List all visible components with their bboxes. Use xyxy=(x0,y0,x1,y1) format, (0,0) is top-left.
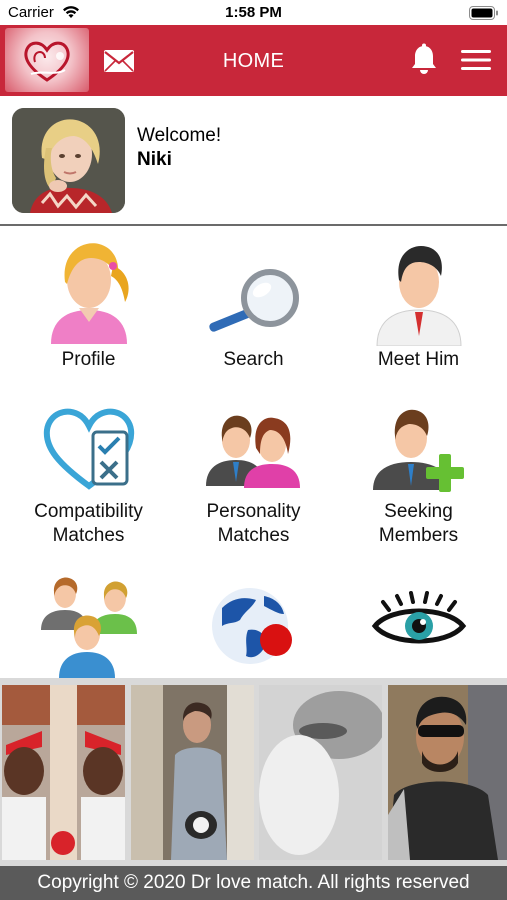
clock: 1:58 PM xyxy=(225,4,282,21)
heart-checklist-icon xyxy=(43,408,134,490)
menu-item-label: Search xyxy=(223,349,284,370)
welcome-label: Welcome! xyxy=(137,125,222,146)
member-photo[interactable] xyxy=(2,685,125,860)
globe-icon xyxy=(211,588,292,664)
bell-icon[interactable] xyxy=(410,43,438,80)
man-avatar-icon xyxy=(375,246,462,346)
menu-item-search[interactable]: Search xyxy=(169,236,338,396)
menu-item-profile[interactable]: Profile xyxy=(4,236,173,396)
group-icon xyxy=(40,577,137,678)
app-header: HOME xyxy=(0,25,507,96)
menu-item-label: Profile xyxy=(61,349,116,370)
menu-item-label: Compatibility Matches xyxy=(34,501,143,546)
user-avatar[interactable] xyxy=(12,108,125,213)
menu-item-global[interactable] xyxy=(169,574,338,678)
home-menu-grid: Profile Search Meet Him Compatibility Mat… xyxy=(0,228,507,678)
user-name: Niki xyxy=(137,149,172,170)
member-photo[interactable] xyxy=(259,685,382,860)
menu-item-seeking-members[interactable]: Seeking Members xyxy=(334,398,503,558)
status-bar: Carrier 1:58 PM xyxy=(0,0,507,25)
menu-item-label: Personality Matches xyxy=(206,501,301,546)
menu-item-viewed[interactable] xyxy=(334,574,503,678)
couple-icon xyxy=(205,415,300,488)
member-photo-strip xyxy=(0,678,507,866)
battery-icon xyxy=(469,6,499,25)
menu-item-group[interactable] xyxy=(4,574,173,678)
menu-item-label: Meet Him xyxy=(377,349,460,370)
menu-item-personality-matches[interactable]: Personality Matches xyxy=(169,398,338,558)
profile-woman-icon xyxy=(50,243,129,344)
menu-item-compatibility-matches[interactable]: Compatibility Matches xyxy=(4,398,173,558)
add-member-icon xyxy=(372,409,464,492)
eye-icon xyxy=(371,591,466,644)
menu-item-meet-him[interactable]: Meet Him xyxy=(334,236,503,396)
member-photo[interactable] xyxy=(388,685,507,860)
magnifier-icon xyxy=(208,269,299,332)
menu-item-label: Seeking Members xyxy=(378,501,459,546)
welcome-panel: Welcome! Niki xyxy=(0,96,507,226)
hamburger-menu-icon[interactable] xyxy=(460,49,492,76)
member-photo[interactable] xyxy=(131,685,254,860)
copyright-footer: Copyright © 2020 Dr love match. All righ… xyxy=(0,866,507,900)
